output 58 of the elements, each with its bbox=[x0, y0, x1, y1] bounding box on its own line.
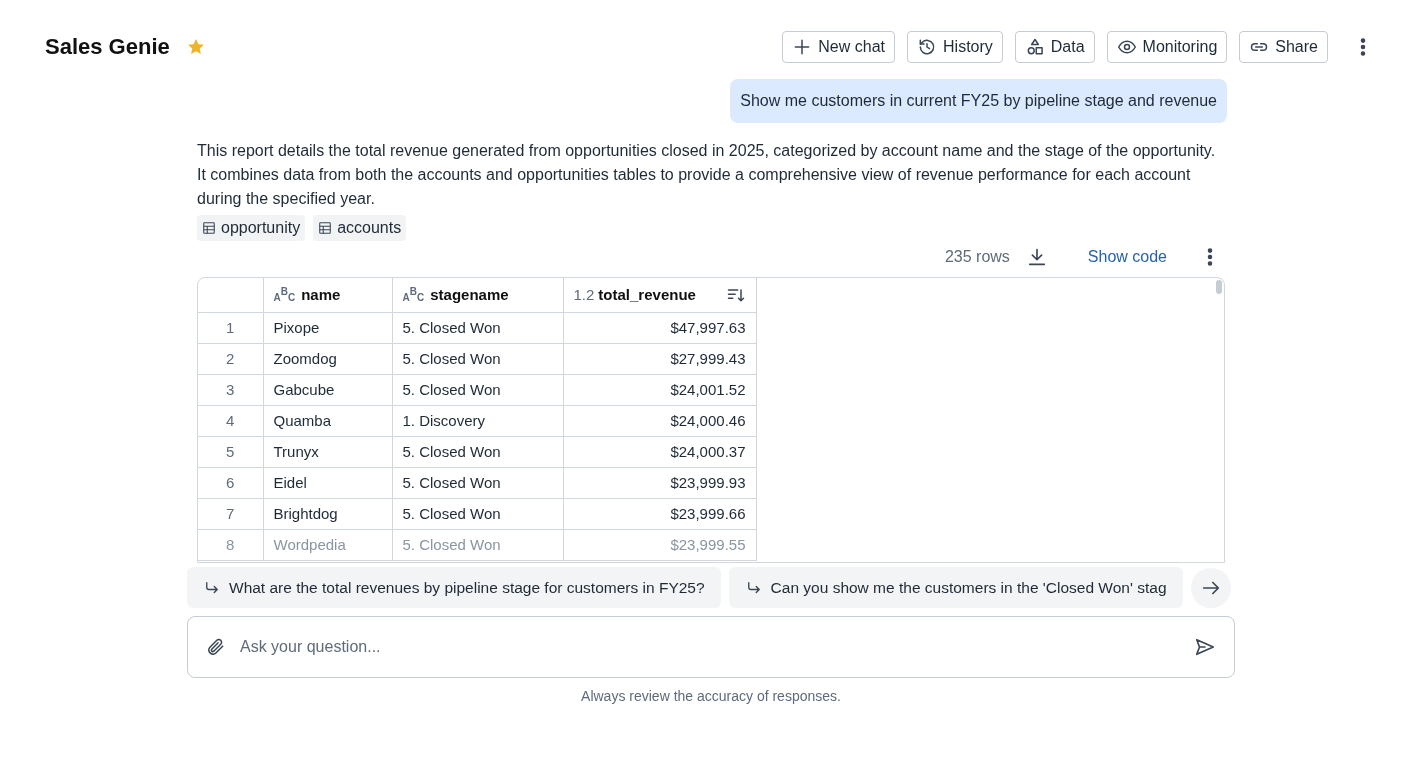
text-type-icon: ABC bbox=[402, 287, 425, 303]
toolbar-button[interactable]: History bbox=[907, 30, 1003, 63]
table-cell: 1. Discovery bbox=[392, 405, 563, 437]
column-header[interactable]: total_revenue bbox=[598, 285, 696, 305]
table-cell: 5. Closed Won bbox=[392, 374, 563, 406]
table-cell: Trunyx bbox=[263, 436, 392, 468]
column-header[interactable]: name bbox=[301, 285, 341, 305]
table-cell: Quamba bbox=[263, 405, 392, 437]
table-cell: $24,000.46 bbox=[563, 405, 756, 437]
table-cell: $23,999.66 bbox=[563, 498, 756, 530]
toolbar-button[interactable]: Monitoring bbox=[1106, 30, 1228, 63]
column-header[interactable]: stagename bbox=[430, 285, 509, 305]
table-cell: 5. Closed Won bbox=[392, 529, 563, 561]
row-number: 4 bbox=[198, 405, 263, 437]
table-cell: Gabcube bbox=[263, 374, 392, 406]
row-count: 235 rows bbox=[944, 247, 1010, 267]
table-cell: 5. Closed Won bbox=[392, 498, 563, 530]
scrollbar-thumb[interactable] bbox=[1216, 280, 1222, 294]
suggestion-chip[interactable]: Can you show me the customers in the 'Closed Won' stag bbox=[728, 567, 1183, 609]
answer-text: This report details the total revenue generated from opportunities closed in 2025, categorized by account name and the stage of the opportunity. It combines data from both the accounts and opportunities tables to provide a comprehensive view of revenue performance for each account during the specified year. bbox=[197, 141, 1217, 209]
table-cell: $23,999.55 bbox=[563, 529, 756, 561]
row-number: 8 bbox=[198, 529, 263, 561]
table-icon bbox=[318, 221, 333, 235]
row-number: 6 bbox=[198, 467, 263, 499]
table-cell: 5. Closed Won bbox=[392, 436, 563, 468]
text-type-icon: ABC bbox=[273, 287, 296, 303]
table-cell: $27,999.43 bbox=[563, 343, 756, 375]
disclaimer-text: Always review the accuracy of responses. bbox=[580, 687, 842, 707]
table-cell: 5. Closed Won bbox=[392, 343, 563, 375]
table-cell: $23,999.93 bbox=[563, 467, 756, 499]
table-cell: 5. Closed Won bbox=[392, 312, 563, 344]
toolbar-button[interactable]: Data bbox=[1014, 30, 1095, 63]
suggestion-chip[interactable]: What are the total revenues by pipeline stage for customers in FY25? bbox=[187, 567, 721, 609]
table-cell: Pixope bbox=[263, 312, 392, 344]
question-input[interactable]: Ask your question... bbox=[187, 616, 1235, 679]
row-number: 2 bbox=[198, 343, 263, 375]
app-title: Sales Genie bbox=[45, 33, 170, 61]
row-number: 5 bbox=[198, 436, 263, 468]
attach-icon[interactable] bbox=[206, 637, 226, 658]
table-cell: $24,000.37 bbox=[563, 436, 756, 468]
table-tag[interactable]: accounts bbox=[313, 215, 407, 241]
table-cell: Zoomdog bbox=[263, 343, 392, 375]
table-cell: $47,997.63 bbox=[563, 312, 756, 344]
table-tag[interactable]: opportunity bbox=[197, 215, 306, 241]
table-cell: Wordpedia bbox=[263, 529, 392, 561]
table-icon bbox=[202, 221, 216, 235]
toolbar-button[interactable]: Share bbox=[1239, 30, 1328, 63]
row-number: 1 bbox=[198, 312, 263, 344]
user-message: Show me customers in current FY25 by pipeline stage and revenue bbox=[730, 79, 1227, 123]
show-code-link[interactable]: Show code bbox=[1087, 245, 1167, 269]
table-cell: $24,001.52 bbox=[563, 374, 756, 406]
toolbar-button[interactable]: New chat bbox=[782, 30, 895, 63]
row-number: 7 bbox=[198, 498, 263, 530]
number-type-label: 1.2 bbox=[573, 285, 595, 305]
table-cell: Brightdog bbox=[263, 498, 392, 530]
table-cell: Eidel bbox=[263, 467, 392, 499]
table-cell: 5. Closed Won bbox=[392, 467, 563, 499]
row-number: 3 bbox=[198, 374, 263, 406]
